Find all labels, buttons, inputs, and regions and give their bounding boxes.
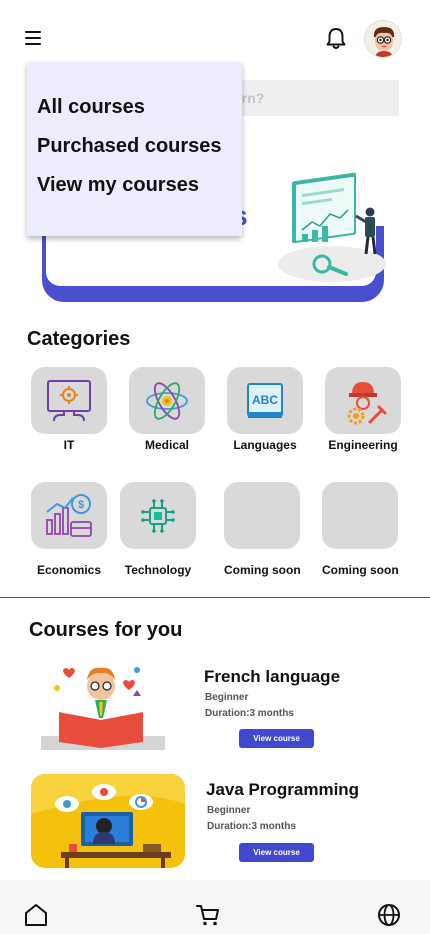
category-label: Medical [144,438,189,452]
course-duration: Duration:3 months [205,708,294,719]
category-technology[interactable]: Technology [120,482,196,577]
category-engineering[interactable]: Engineering [325,367,401,452]
category-tile[interactable]: ABC [227,367,303,434]
category-label: IT [63,438,75,452]
bottom-navigation [0,880,430,934]
java-course-thumbnail[interactable] [31,774,185,868]
category-tile[interactable] [322,482,398,549]
menu-item-all-courses[interactable]: All courses [27,92,242,131]
economics-chart-icon: $ [46,493,92,537]
categories-title: Categories [27,328,131,350]
computer-gear-icon [47,379,91,421]
category-label: Coming soon [224,563,301,577]
section-divider [0,597,430,598]
category-coming-soon-1[interactable]: Coming soon [224,482,301,577]
cart-icon[interactable] [195,902,221,928]
home-icon[interactable] [23,902,49,928]
category-label: Engineering [328,438,398,452]
category-label: Coming soon [322,563,399,577]
course-duration: Duration:3 months [207,821,296,832]
category-it[interactable]: IT [31,367,107,452]
category-tile[interactable] [31,367,107,434]
user-avatar[interactable] [364,20,402,58]
view-course-button[interactable]: View course [239,843,314,862]
french-course-thumbnail[interactable] [37,656,167,756]
category-economics[interactable]: $ Economics [31,482,107,577]
category-languages[interactable]: ABC Languages [227,367,303,452]
category-tile[interactable]: $ [31,482,107,549]
category-tile[interactable] [120,482,196,549]
menu-item-purchased-courses[interactable]: Purchased courses [27,131,242,170]
nav-dropdown-menu: All courses Purchased courses View my co… [27,62,242,236]
category-medical[interactable]: Medical [129,367,205,452]
globe-icon[interactable] [376,902,402,928]
svg-text:$: $ [78,499,84,511]
category-tile[interactable] [224,482,300,549]
category-tile[interactable] [325,367,401,434]
course-title: Java Programming [206,780,360,799]
course-level: Beginner [207,805,251,816]
category-coming-soon-2[interactable]: Coming soon [322,482,399,577]
course-level: Beginner [205,692,249,703]
view-course-button[interactable]: View course [239,729,314,748]
courses-title: Courses for you [29,619,183,641]
atom-icon [146,381,188,420]
bell-icon[interactable] [322,25,350,53]
category-label: Technology [124,563,192,577]
menu-item-view-my-courses[interactable]: View my courses [27,170,242,209]
dashboard-illustration-icon [274,172,390,284]
svg-text:ABC: ABC [252,393,278,407]
engineer-gear-icon [347,381,387,424]
abc-book-icon: ABC [247,382,283,418]
hamburger-menu-icon[interactable] [22,28,46,50]
chip-icon [141,498,175,533]
category-label: Languages [233,438,297,452]
category-label: Economics [36,563,102,577]
course-title: French language [204,667,341,686]
search-input[interactable]: arn? [222,80,399,116]
category-tile[interactable] [129,367,205,434]
